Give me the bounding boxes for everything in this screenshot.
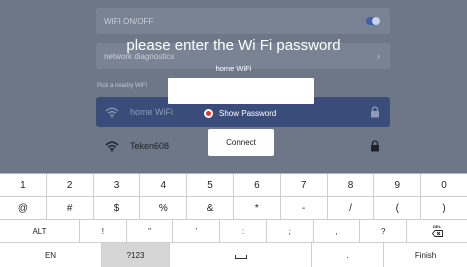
password-dialog-title: please enter the Wi Fi password bbox=[126, 37, 341, 54]
key-percent[interactable]: % bbox=[140, 197, 188, 220]
language-key[interactable]: EN bbox=[0, 243, 102, 267]
key-ampersand[interactable]: & bbox=[187, 197, 234, 220]
key-single-quote[interactable]: ' bbox=[173, 220, 221, 243]
key-semicolon[interactable]: ; bbox=[266, 220, 314, 243]
key-2[interactable]: 2 bbox=[46, 174, 94, 197]
key-8[interactable]: 8 bbox=[327, 174, 375, 197]
key-0[interactable]: 0 bbox=[421, 174, 467, 197]
key-4[interactable]: 4 bbox=[140, 174, 188, 197]
show-password-label: Show Password bbox=[219, 109, 277, 118]
wifi-icon bbox=[104, 139, 120, 153]
wifi-icon bbox=[104, 105, 120, 119]
wifi-toggle-row[interactable]: WIFI ON/OFF bbox=[96, 8, 390, 34]
key-exclamation[interactable]: ! bbox=[80, 220, 127, 243]
dialog-network-name: home WiFi bbox=[215, 64, 252, 73]
key-double-quote[interactable]: " bbox=[126, 220, 174, 243]
key-left-paren[interactable]: ( bbox=[374, 197, 422, 220]
key-dollar[interactable]: $ bbox=[93, 197, 141, 220]
key-1[interactable]: 1 bbox=[0, 174, 47, 197]
show-password-option[interactable]: Show Password bbox=[204, 109, 276, 118]
space-bar-icon bbox=[234, 255, 247, 259]
key-hash[interactable]: # bbox=[46, 197, 94, 220]
finish-key[interactable]: Finish bbox=[384, 243, 467, 267]
key-question[interactable]: ? bbox=[360, 220, 408, 243]
key-minus[interactable]: - bbox=[280, 197, 328, 220]
key-3[interactable]: 3 bbox=[93, 174, 141, 197]
keyboard-row-symbols: @ # $ % & * - / ( ) bbox=[0, 197, 467, 220]
wifi-network-name: Teken608 bbox=[130, 141, 170, 151]
lock-icon bbox=[370, 106, 380, 118]
delete-key-label: DEL bbox=[433, 224, 442, 229]
keyboard-row-digits: 1 2 3 4 5 6 7 8 9 0 bbox=[0, 174, 467, 197]
key-colon[interactable]: : bbox=[220, 220, 267, 243]
wifi-network-name: home WiFi bbox=[130, 107, 174, 117]
radio-selected-icon[interactable] bbox=[204, 109, 213, 118]
key-right-paren[interactable]: ) bbox=[421, 197, 467, 220]
space-key[interactable] bbox=[170, 243, 312, 267]
alt-key[interactable]: ALT bbox=[0, 220, 80, 243]
key-slash[interactable]: / bbox=[327, 197, 375, 220]
password-input[interactable] bbox=[168, 78, 314, 104]
key-9[interactable]: 9 bbox=[374, 174, 422, 197]
key-7[interactable]: 7 bbox=[280, 174, 328, 197]
key-comma[interactable]: , bbox=[313, 220, 361, 243]
key-5[interactable]: 5 bbox=[187, 174, 234, 197]
lock-icon bbox=[370, 140, 380, 152]
nearby-wifi-section-label: Pick a nearby WiFi bbox=[97, 83, 148, 89]
keyboard-row-punctuation: ALT ! " ' : ; , ? DEL bbox=[0, 220, 467, 243]
backspace-icon: DEL bbox=[431, 224, 443, 237]
key-asterisk[interactable]: * bbox=[233, 197, 281, 220]
keyboard-row-bottom: EN ?123 . Finish bbox=[0, 243, 467, 267]
delete-key[interactable]: DEL bbox=[407, 220, 467, 243]
wifi-toggle-switch[interactable] bbox=[366, 17, 380, 25]
on-screen-keyboard: 1 2 3 4 5 6 7 8 9 0 @ # $ % & * - / ( ) … bbox=[0, 173, 467, 267]
key-6[interactable]: 6 bbox=[233, 174, 281, 197]
period-key[interactable]: . bbox=[312, 243, 384, 267]
key-at[interactable]: @ bbox=[0, 197, 47, 220]
wifi-toggle-label: WIFI ON/OFF bbox=[104, 16, 154, 26]
numbers-key[interactable]: ?123 bbox=[102, 243, 170, 267]
connect-button[interactable]: Connect bbox=[208, 129, 274, 156]
